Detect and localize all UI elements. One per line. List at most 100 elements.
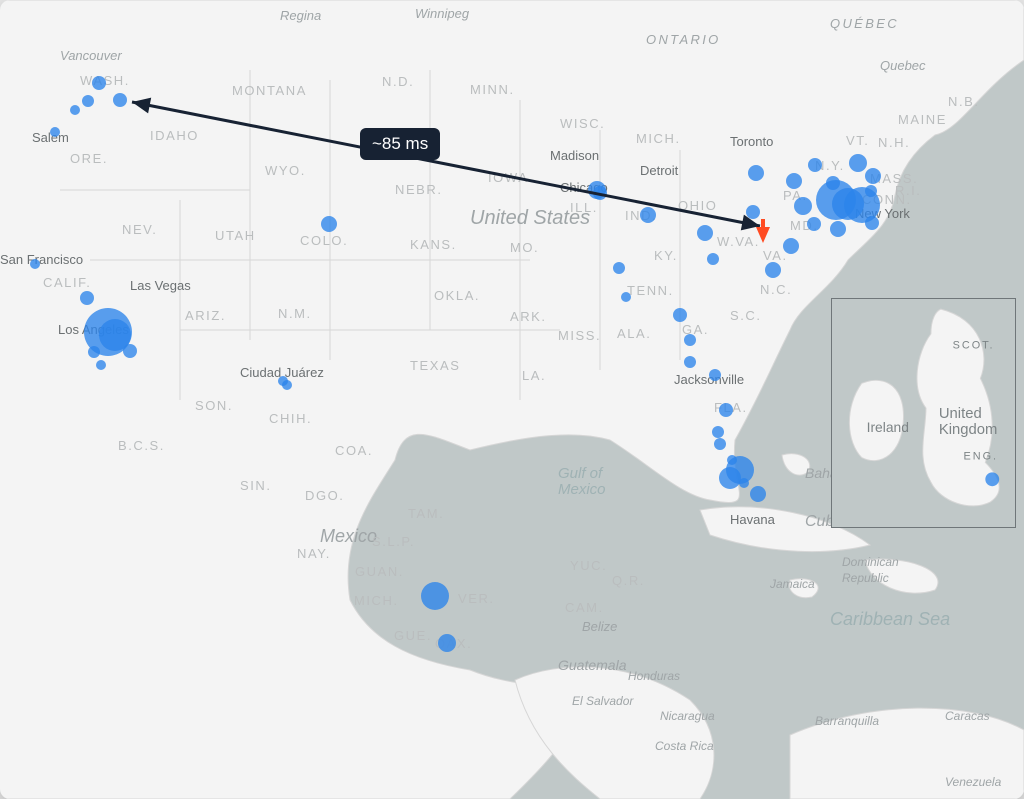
map-label: Regina xyxy=(280,8,321,23)
data-point-mx-oax[interactable] xyxy=(438,634,456,652)
data-point-ga-a[interactable] xyxy=(673,308,687,322)
map-label: N.H. xyxy=(878,135,910,150)
map-label: Republic xyxy=(842,571,889,585)
map-label: SON. xyxy=(195,398,233,413)
inset-map-uk: IrelandUnitedKingdomSCOT.ENG. xyxy=(831,298,1016,528)
map-label: R.I. xyxy=(895,183,921,198)
data-point-wa-north[interactable] xyxy=(92,76,106,90)
map-label: Q.R. xyxy=(612,573,645,588)
map-label: KY. xyxy=(654,248,678,263)
data-point-nj-central[interactable] xyxy=(807,217,821,231)
map-label: S.C. xyxy=(730,308,762,323)
map-label: CALIF. xyxy=(43,275,91,290)
data-point-in[interactable] xyxy=(640,207,656,223)
map-frame: United StatesMexicoCubaBahamasJamaicaDom… xyxy=(0,0,1024,799)
data-point-tn-west[interactable] xyxy=(613,262,625,274)
data-point-uk-south[interactable] xyxy=(985,472,999,486)
map-label: MICH. xyxy=(354,593,399,608)
map-label: N.C. xyxy=(760,282,792,297)
map-label: TEXAS xyxy=(410,358,460,373)
map-label: VER. xyxy=(458,591,495,606)
map-label: MINN. xyxy=(470,82,515,97)
map-label: GUE. xyxy=(394,628,432,643)
data-point-ca-sf[interactable] xyxy=(30,259,40,269)
data-point-fl-miami[interactable] xyxy=(726,456,754,484)
map-label: Guatemala xyxy=(558,657,627,673)
data-point-fl-tampa[interactable] xyxy=(714,438,726,450)
map-label: MICH. xyxy=(636,131,681,146)
map-label: DGO. xyxy=(305,488,344,503)
data-point-ma-west[interactable] xyxy=(849,154,867,172)
data-point-va-south[interactable] xyxy=(765,262,781,278)
map-label: B.C.S. xyxy=(118,438,165,453)
data-point-ma-boston[interactable] xyxy=(865,168,881,184)
data-point-oh[interactable] xyxy=(697,225,713,241)
map-label: NEV. xyxy=(122,222,157,237)
map-label: Las Vegas xyxy=(130,278,191,293)
data-point-fl-central-a[interactable] xyxy=(719,403,733,417)
map-label: Costa Rica xyxy=(655,739,714,753)
data-point-sc-a[interactable] xyxy=(684,356,696,368)
map-label: WISC. xyxy=(560,116,605,131)
map-label: QUÉBEC xyxy=(830,16,899,31)
data-point-ct[interactable] xyxy=(865,216,879,230)
data-point-nj-north[interactable] xyxy=(794,197,812,215)
map-label: UTAH xyxy=(215,228,256,243)
map-label: El Salvador xyxy=(572,694,634,708)
map-label: IDAHO xyxy=(150,128,199,143)
data-point-ny-central[interactable] xyxy=(786,173,802,189)
data-point-wv[interactable] xyxy=(707,253,719,265)
map-label: ARIZ. xyxy=(185,308,226,323)
map-label: MO. xyxy=(510,240,539,255)
data-point-fl-central-b[interactable] xyxy=(712,426,724,438)
map-label: Madison xyxy=(550,148,599,163)
map-label: TAM. xyxy=(408,506,444,521)
data-point-fl-north[interactable] xyxy=(709,369,721,381)
map-label: Caribbean Sea xyxy=(830,609,950,629)
map-label: MAINE xyxy=(898,112,947,127)
map-label: Honduras xyxy=(628,669,680,683)
data-point-wa-seattle-a[interactable] xyxy=(82,95,94,107)
map-label: N.B. xyxy=(948,94,980,109)
map-label: NAY. xyxy=(297,546,331,561)
data-point-or-salem[interactable] xyxy=(50,127,60,137)
map-label: ALA. xyxy=(617,326,651,341)
data-point-ca-south-c[interactable] xyxy=(96,360,106,370)
map-label: ORE. xyxy=(70,151,108,166)
data-point-ny-north[interactable] xyxy=(808,158,822,172)
data-point-ga-b[interactable] xyxy=(684,334,696,346)
map-label: Jamaica xyxy=(769,577,815,591)
data-point-wa-seattle-b[interactable] xyxy=(70,105,80,115)
data-point-wa-central[interactable] xyxy=(113,93,127,107)
data-point-mx-mexico-city[interactable] xyxy=(421,582,449,610)
data-point-co-denver[interactable] xyxy=(321,216,337,232)
map-label: VT. xyxy=(846,133,869,148)
map-label: Detroit xyxy=(640,163,679,178)
data-point-ca-south-b[interactable] xyxy=(88,346,100,358)
map-label: N.M. xyxy=(278,306,312,321)
map-label: Jacksonville xyxy=(674,372,744,387)
data-point-nj-south[interactable] xyxy=(830,221,846,237)
data-point-va-east[interactable] xyxy=(783,238,799,254)
map-label: WYO. xyxy=(265,163,306,178)
data-point-tn-south[interactable] xyxy=(621,292,631,302)
data-point-fl-miami-b[interactable] xyxy=(739,478,749,488)
map-label: Mexico xyxy=(320,526,377,546)
map-label: NEBR. xyxy=(395,182,443,197)
data-point-ny-west[interactable] xyxy=(748,165,764,181)
inset-label: ENG. xyxy=(964,450,998,462)
data-point-ca-central[interactable] xyxy=(80,291,94,305)
data-point-fl-keys[interactable] xyxy=(750,486,766,502)
inset-label: SCOT. xyxy=(953,340,995,352)
inset-label: United xyxy=(939,406,982,422)
map-label: LA. xyxy=(522,368,546,383)
map-label: Quebec xyxy=(880,58,926,73)
map-label: Winnipeg xyxy=(415,6,470,21)
map-label: Dominican xyxy=(842,555,899,569)
data-point-tx-nw-b[interactable] xyxy=(282,380,292,390)
data-point-ca-south[interactable] xyxy=(123,344,137,358)
data-point-ri[interactable] xyxy=(865,185,877,197)
map-label: W.VA. xyxy=(717,234,760,249)
data-point-pa-west[interactable] xyxy=(746,205,760,219)
inset-label: Kingdom xyxy=(939,422,998,438)
